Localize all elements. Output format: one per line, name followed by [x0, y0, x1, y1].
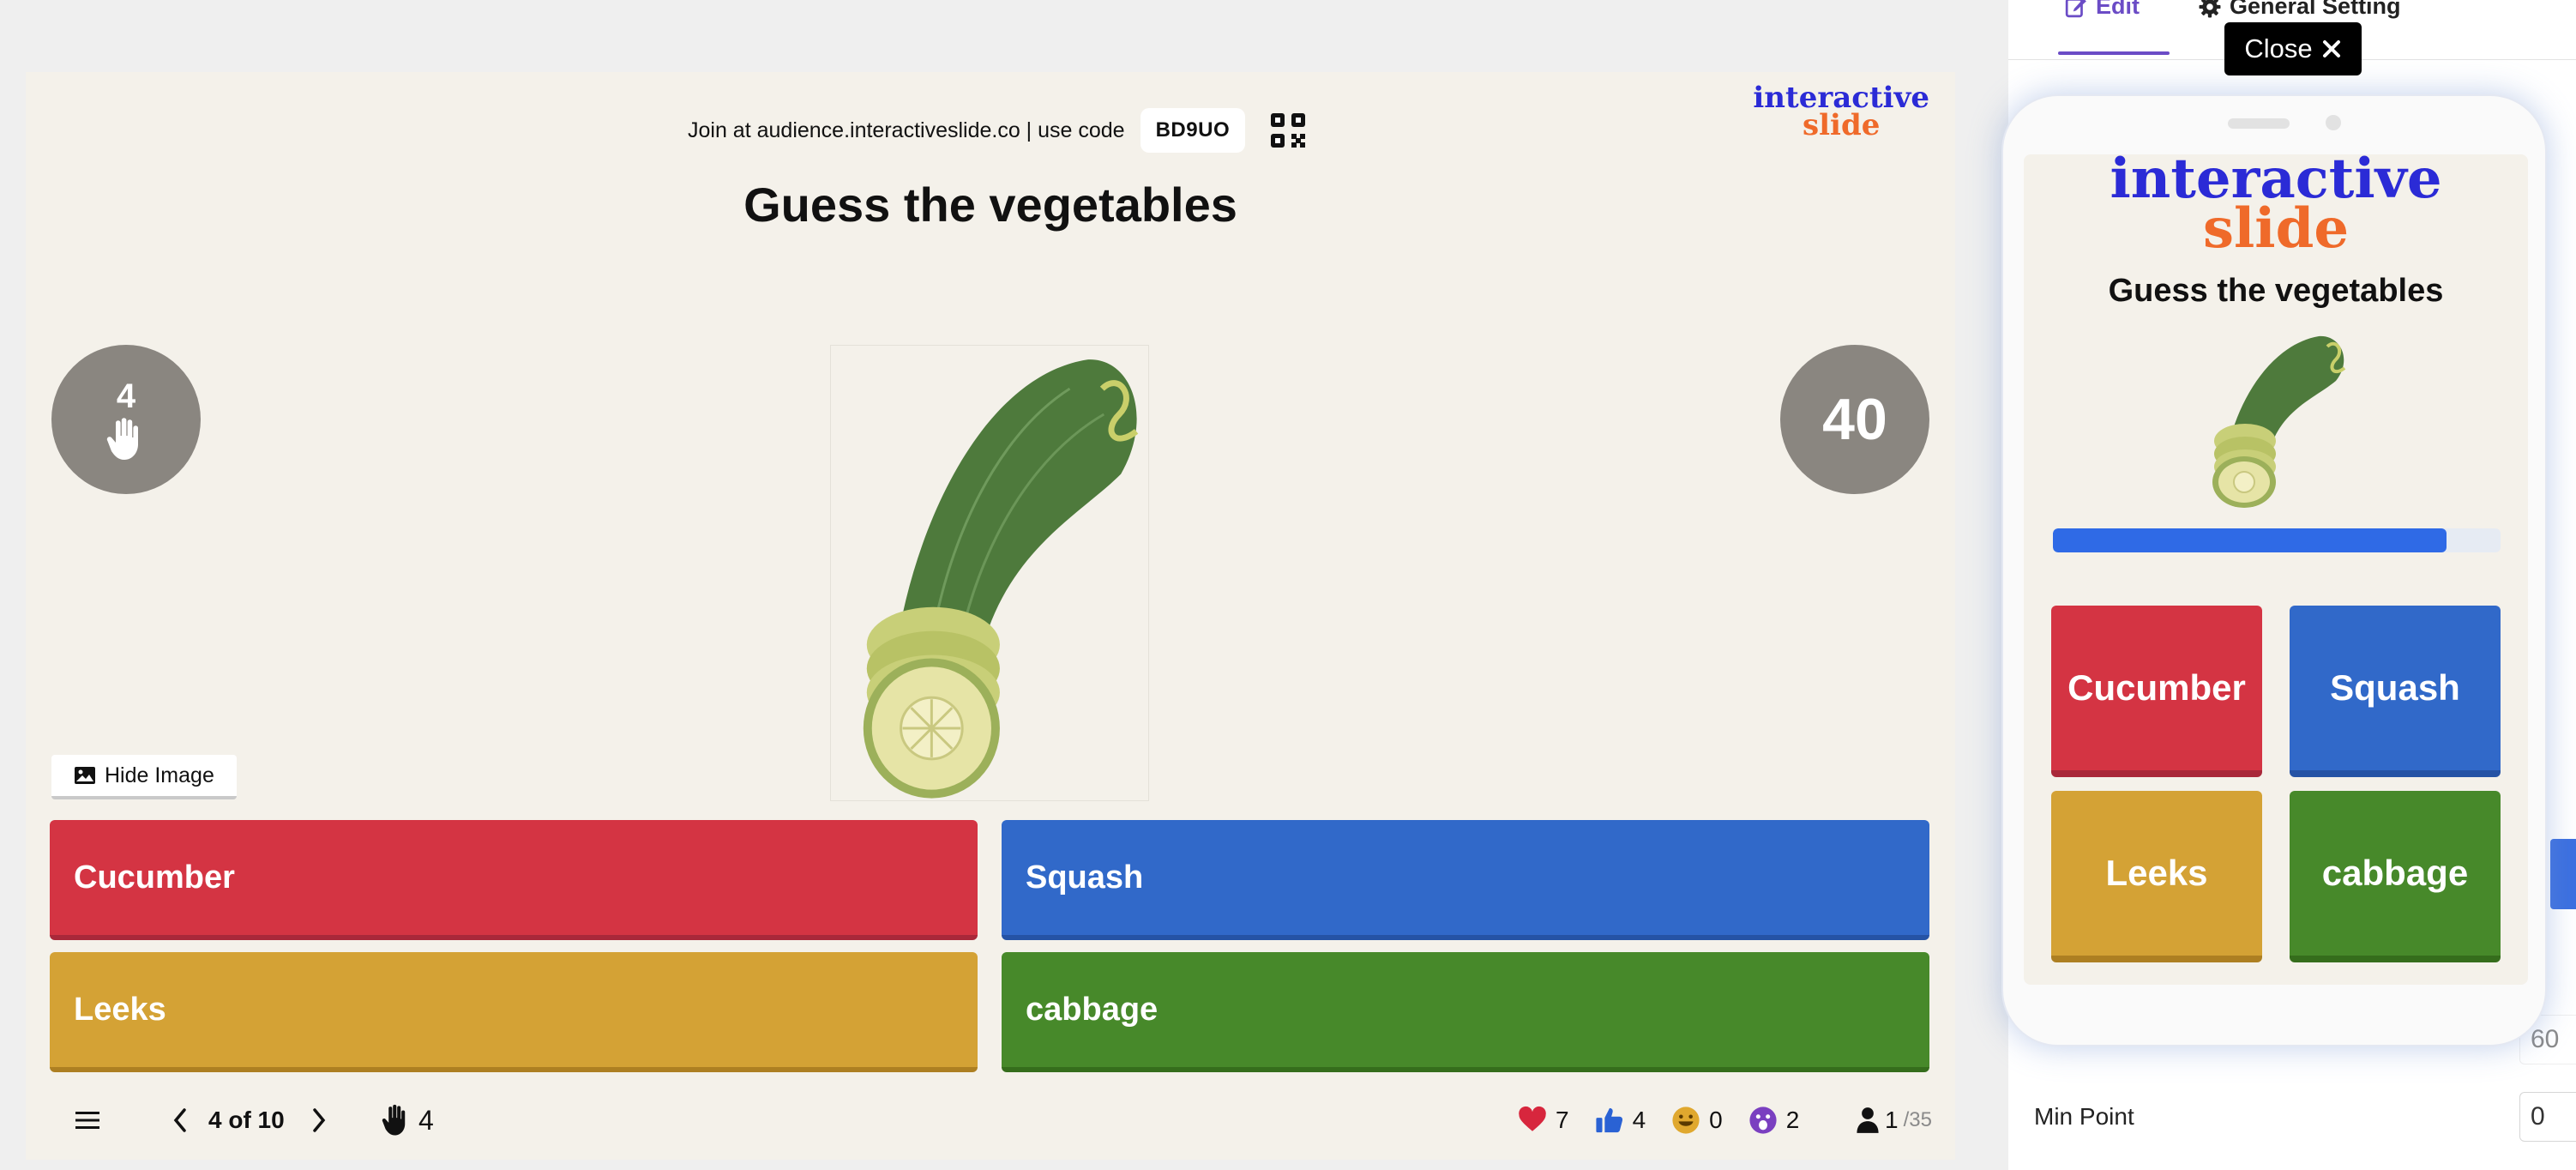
close-icon [2322, 40, 2340, 57]
reaction-laugh: 0 [1671, 1106, 1723, 1135]
join-bar: Join at audience.interactiveslide.co | u… [688, 96, 1307, 165]
join-code: BD9UO [1140, 108, 1246, 153]
hide-image-button[interactable]: Hide Image [51, 755, 237, 799]
heart-icon [1519, 1106, 1546, 1131]
raise-hand-count: 4 [418, 1104, 434, 1136]
phone-timer-progress-bar [2053, 528, 2501, 552]
answer-option-b-label: Squash [1026, 859, 1144, 896]
qr-code-icon[interactable] [1269, 112, 1307, 149]
join-instructions: Join at audience.interactiveslide.co | u… [688, 118, 1125, 142]
surprised-count: 2 [1785, 1107, 1800, 1133]
person-icon [1857, 1107, 1879, 1133]
phone-question-title: Guess the vegetables [2108, 273, 2444, 309]
close-label: Close [2244, 33, 2313, 63]
phone-answer-option-c[interactable]: Leeks [2051, 791, 2262, 962]
countdown-timer: 40 [1780, 345, 1929, 494]
presentation-stage: Join at audience.interactiveslide.co | u… [26, 72, 1955, 1160]
min-point-input[interactable] [2519, 1092, 2576, 1142]
participants-total: /35 [1903, 1108, 1932, 1131]
reaction-surprised: 2 [1748, 1106, 1800, 1135]
phone-answer-option-d[interactable]: cabbage [2290, 791, 2501, 962]
slide-counter: 4 of 10 [208, 1107, 285, 1133]
reaction-heart: 7 [1518, 1106, 1569, 1135]
reactions-bar: 7 4 0 2 [1518, 1106, 1825, 1135]
active-tab-indicator [2058, 51, 2170, 55]
answer-option-c[interactable]: Leeks [50, 952, 978, 1072]
min-point-setting-row: Min Point [2034, 1091, 2576, 1143]
raise-hand-counter[interactable]: 4 [381, 1104, 434, 1137]
raised-hand-icon [382, 1104, 406, 1136]
answer-option-a[interactable]: Cucumber [50, 820, 978, 940]
brand-logo: interactive slide [1753, 83, 1929, 142]
cucumber-illustration [863, 359, 1139, 799]
participants-count[interactable]: 1/35 [1856, 1107, 1932, 1134]
presentation-control-bar: 4 of 10 4 7 4 0 2 1 /35 [26, 1093, 1955, 1148]
answer-option-d-label: cabbage [1026, 991, 1159, 1028]
raised-hands-badge[interactable]: 4 [51, 345, 201, 494]
reaction-thumbs-up: 4 [1595, 1106, 1646, 1135]
phone-timer-progress-fill [2053, 528, 2447, 552]
next-slide-icon[interactable] [310, 1107, 328, 1133]
hide-image-label: Hide Image [105, 763, 214, 787]
phone-camera [2326, 115, 2341, 130]
previous-slide-icon[interactable] [172, 1107, 189, 1133]
laugh-count: 0 [1709, 1107, 1723, 1133]
answer-option-d[interactable]: cabbage [1002, 952, 1929, 1072]
brand-logo-line2: slide [1802, 108, 1881, 142]
thumbs-up-icon [1595, 1107, 1622, 1133]
answer-option-b[interactable]: Squash [1002, 820, 1929, 940]
gear-icon [2199, 0, 2221, 17]
phone-brand-logo: interactive slide [2024, 152, 2528, 261]
question-title: Guess the vegetables [743, 178, 1237, 232]
raised-hands-count: 4 [116, 377, 136, 415]
tab-general-label: General Setting [2230, 0, 2401, 19]
raised-hand-icon [106, 418, 138, 460]
participants-online: 1 [1885, 1107, 1899, 1133]
phone-preview: interactive slide Guess the vegetables C… [2001, 94, 2547, 1046]
answer-option-c-label: Leeks [74, 991, 166, 1028]
min-point-label: Min Point [2034, 1103, 2134, 1130]
phone-brand-line2: slide [2202, 196, 2350, 261]
phone-answer-option-b[interactable]: Squash [2290, 606, 2501, 777]
laugh-icon [1672, 1107, 1700, 1134]
tab-edit-label: Edit [2096, 0, 2140, 19]
question-image [830, 345, 1149, 801]
image-icon [75, 767, 95, 784]
heart-count: 7 [1556, 1107, 1569, 1133]
menu-icon[interactable] [75, 1110, 99, 1131]
cucumber-illustration [2212, 335, 2346, 508]
phone-screen: interactive slide Guess the vegetables C… [2024, 152, 2528, 985]
answer-option-a-label: Cucumber [74, 859, 235, 896]
phone-answer-option-a[interactable]: Cucumber [2051, 606, 2262, 777]
phone-speaker [2228, 118, 2290, 129]
surprised-icon [1749, 1107, 1777, 1134]
tab-edit[interactable]: Edit [2065, 0, 2140, 20]
close-preview-button[interactable]: Close [2224, 22, 2362, 75]
panel-blue-button-edge[interactable] [2550, 839, 2576, 909]
tab-general-setting[interactable]: General Setting [2199, 0, 2401, 20]
edit-icon [2065, 0, 2086, 17]
thumbs-up-count: 4 [1632, 1107, 1646, 1133]
